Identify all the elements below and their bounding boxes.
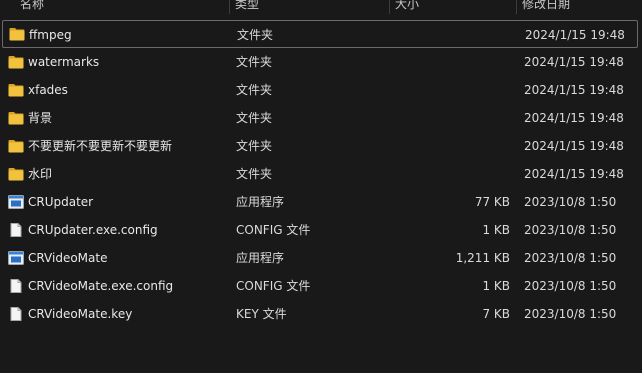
file-modified-date: 2023/10/8 1:50 [524,195,617,209]
folder-icon [8,55,24,69]
file-row[interactable]: CRVideoMate 应用程序 1,211 KB 2023/10/8 1:50 [0,244,642,272]
column-header-name[interactable]: 名称 [14,0,44,14]
file-modified-date: 2024/1/15 19:48 [524,111,624,125]
file-type: 文件夹 [237,28,274,42]
file-type: 文件夹 [236,139,273,153]
file-modified-date: 2024/1/15 19:48 [524,139,624,153]
folder-icon [8,167,24,181]
file-size: 1 KB [482,223,510,237]
file-row[interactable]: CRUpdater 应用程序 77 KB 2023/10/8 1:50 [0,188,642,216]
file-size: 1 KB [482,279,510,293]
file-name: ffmpeg [29,28,72,42]
file-icon [8,223,24,237]
file-modified-date: 2023/10/8 1:50 [524,279,617,293]
file-modified-date: 2024/1/15 19:48 [524,167,624,181]
file-size: 77 KB [474,195,510,209]
folder-icon [9,27,25,41]
file-modified-date: 2024/1/15 19:48 [525,28,625,42]
file-name: CRVideoMate [28,251,108,265]
file-row[interactable]: CRVideoMate.key KEY 文件 7 KB 2023/10/8 1:50 [0,300,642,328]
file-name: watermarks [28,55,100,69]
folder-icon [8,139,24,153]
file-type: 文件夹 [236,83,273,97]
file-row[interactable]: watermarks 文件夹 2024/1/15 19:48 [0,48,642,76]
file-modified-date: 2024/1/15 19:48 [524,55,624,69]
file-row[interactable]: 不要更新不要更新不要更新 文件夹 2024/1/15 19:48 [0,132,642,160]
file-type: 文件夹 [236,55,273,69]
folder-icon [8,83,24,97]
file-modified-date: 2023/10/8 1:50 [524,223,617,237]
file-size: 1,211 KB [455,251,510,265]
file-row[interactable]: CRVideoMate.exe.config CONFIG 文件 1 KB 2023/… [0,272,642,300]
file-name: 不要更新不要更新不要更新 [28,139,173,153]
file-type: 文件夹 [236,167,273,181]
file-modified-date: 2024/1/15 19:48 [524,83,624,97]
file-size: 7 KB [482,307,510,321]
column-header-type[interactable]: 类型 [229,0,259,14]
file-name: CRUpdater [28,195,94,209]
file-modified-date: 2023/10/8 1:50 [524,251,617,265]
file-type: 应用程序 [236,195,285,209]
column-header: 名称 类型 大小 修改日期 [0,0,642,14]
file-type: 文件夹 [236,111,273,125]
folder-icon [8,111,24,125]
file-type: CONFIG 文件 [236,223,311,237]
file-icon [8,279,24,293]
file-name: 水印 [28,167,53,181]
file-icon [8,307,24,321]
application-icon [8,195,24,209]
file-row[interactable]: 背景 文件夹 2024/1/15 19:48 [0,104,642,132]
file-name: CRUpdater.exe.config [28,223,158,237]
file-modified-date: 2023/10/8 1:50 [524,307,617,321]
file-row[interactable]: xfades 文件夹 2024/1/15 19:48 [0,76,642,104]
column-header-size[interactable]: 大小 [389,0,419,14]
file-name: 背景 [28,111,53,125]
file-name: xfades [28,83,68,97]
file-type: KEY 文件 [236,307,287,321]
file-type: 应用程序 [236,251,285,265]
file-row[interactable]: ffmpeg 文件夹 2024/1/15 19:48 [2,20,638,48]
file-type: CONFIG 文件 [236,279,311,293]
column-header-date[interactable]: 修改日期 [516,0,570,14]
application-icon [8,251,24,265]
file-name: CRVideoMate.key [28,307,133,321]
file-name: CRVideoMate.exe.config [28,279,174,293]
file-row[interactable]: CRUpdater.exe.config CONFIG 文件 1 KB 2023/10… [0,216,642,244]
file-row[interactable]: 水印 文件夹 2024/1/15 19:48 [0,160,642,188]
